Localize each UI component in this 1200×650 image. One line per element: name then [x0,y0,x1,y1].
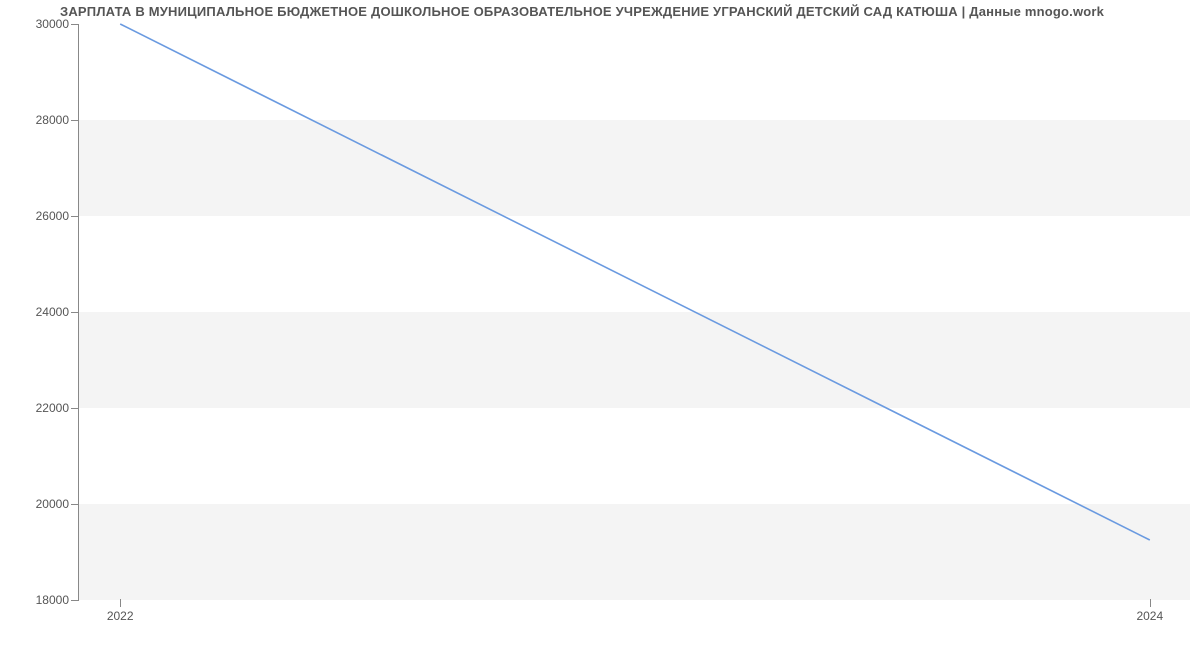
y-tick-label: 24000 [36,305,79,319]
x-tick-label: 2022 [107,599,134,623]
chart-container: ЗАРПЛАТА В МУНИЦИПАЛЬНОЕ БЮДЖЕТНОЕ ДОШКО… [0,0,1200,650]
y-tick-label: 28000 [36,113,79,127]
y-tick-label: 20000 [36,497,79,511]
y-tick-label: 30000 [36,17,79,31]
x-tick-label: 2024 [1136,599,1163,623]
y-tick-label: 18000 [36,593,79,607]
line-series [79,24,1191,600]
y-tick-label: 22000 [36,401,79,415]
series-line-path [120,24,1150,540]
plot-area: 1800020000220002400026000280003000020222… [78,24,1190,600]
chart-title: ЗАРПЛАТА В МУНИЦИПАЛЬНОЕ БЮДЖЕТНОЕ ДОШКО… [60,4,1104,19]
y-tick-label: 26000 [36,209,79,223]
